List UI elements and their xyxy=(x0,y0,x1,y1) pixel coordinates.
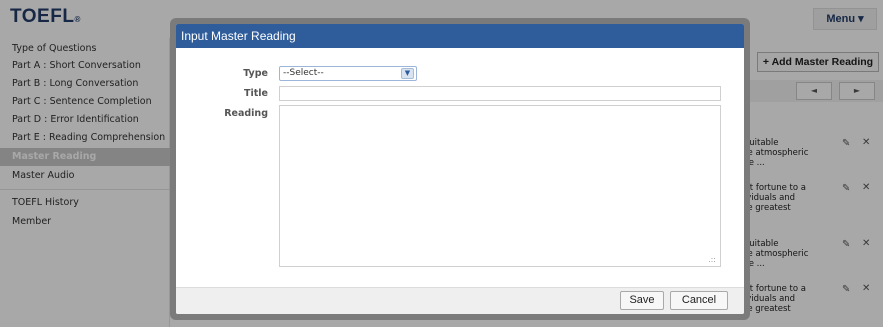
title-label: Title xyxy=(244,88,268,99)
reading-label: Reading xyxy=(224,108,268,119)
dialog-footer: Save Cancel xyxy=(176,287,744,314)
type-select[interactable]: --Select-- ▼ xyxy=(279,66,417,81)
chevron-down-icon[interactable]: ▼ xyxy=(401,68,414,79)
input-master-reading-dialog: Input Master Reading Type --Select-- ▼ T… xyxy=(176,24,744,314)
cancel-button[interactable]: Cancel xyxy=(670,291,728,310)
type-label: Type xyxy=(243,68,268,79)
save-button[interactable]: Save xyxy=(620,291,664,310)
reading-textarea[interactable]: .:: xyxy=(279,105,721,267)
type-select-value: --Select-- xyxy=(283,68,324,78)
title-input[interactable] xyxy=(279,86,721,101)
dialog-title: Input Master Reading xyxy=(176,24,744,48)
modal-frame: Input Master Reading Type --Select-- ▼ T… xyxy=(170,18,750,320)
resize-handle-icon[interactable]: .:: xyxy=(708,255,716,264)
app-root: TOEFL® Menu ▾ Type of Questions Part A :… xyxy=(0,0,883,327)
